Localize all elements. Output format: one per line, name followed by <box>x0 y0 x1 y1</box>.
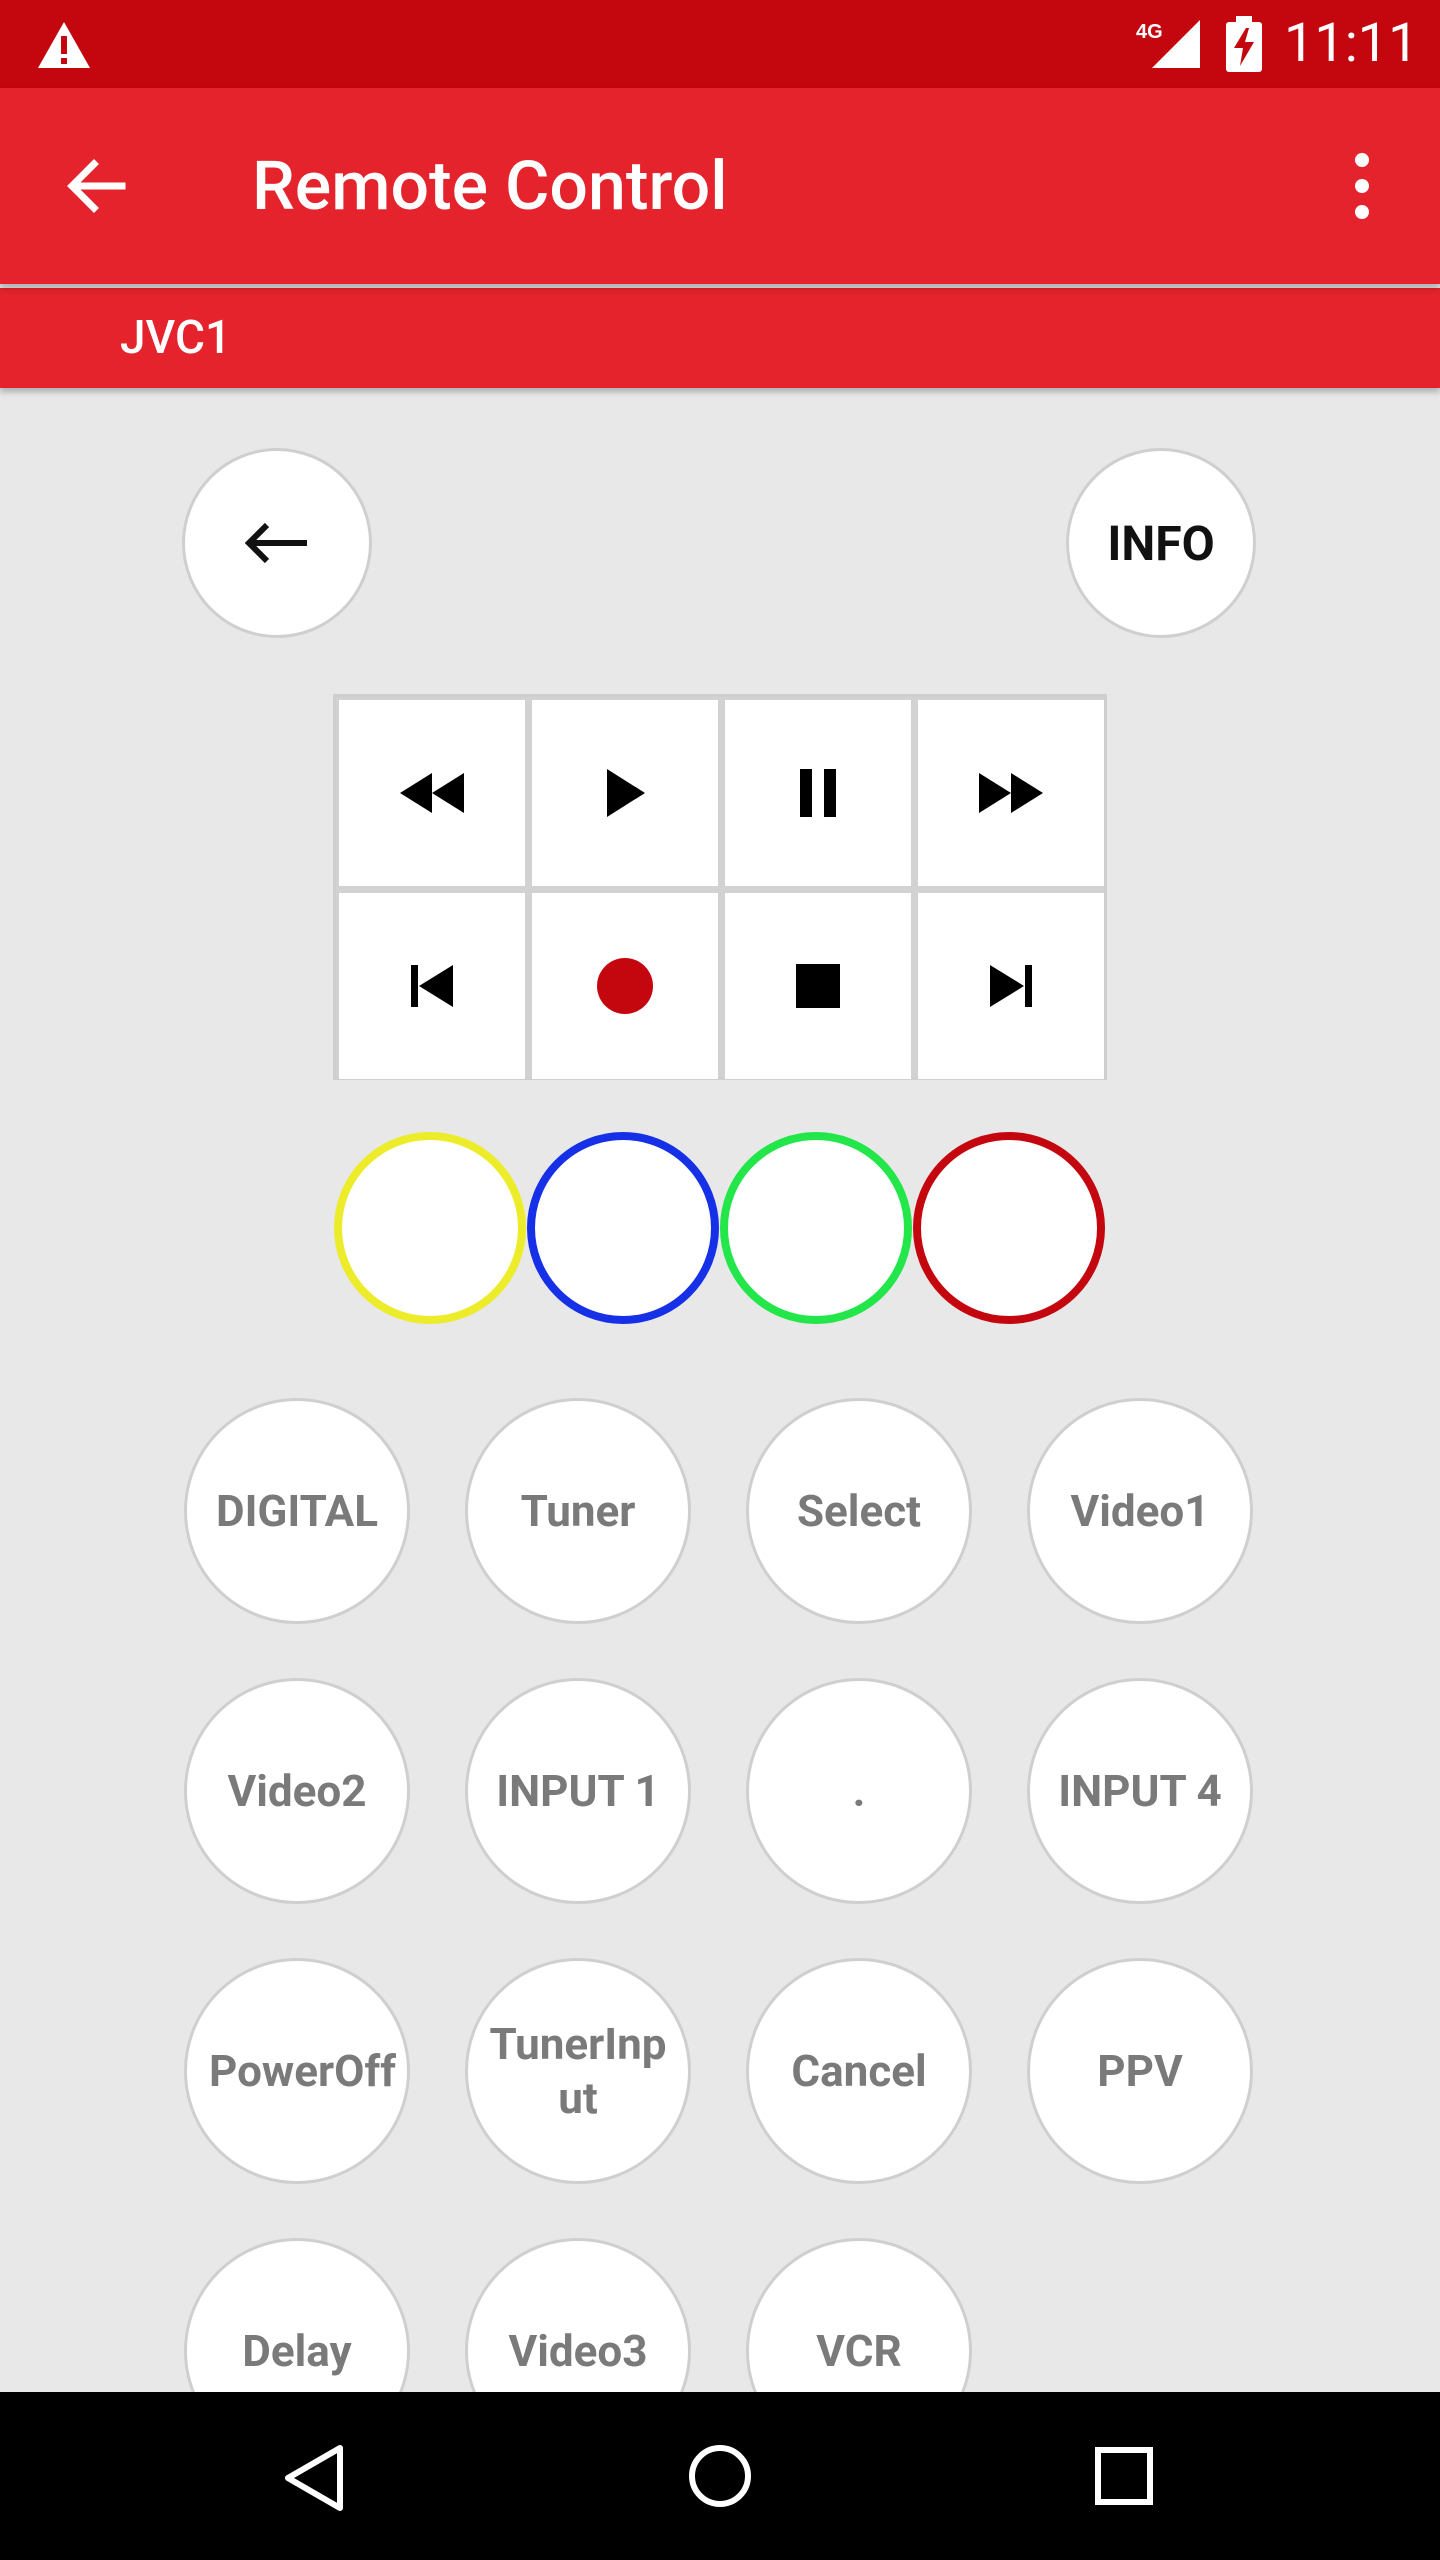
red-button[interactable] <box>913 1132 1105 1324</box>
skip-next-icon <box>990 965 1032 1007</box>
info-label: INFO <box>1107 514 1215 572</box>
warning-icon <box>38 22 90 68</box>
poweroff-button[interactable]: PowerOff <box>184 1958 410 2184</box>
fast-forward-button[interactable] <box>918 700 1104 886</box>
battery-charging-icon <box>1226 16 1262 72</box>
green-button[interactable] <box>720 1132 912 1324</box>
button-label: INPUT 4 <box>1058 1765 1222 1817</box>
svg-text:4G: 4G <box>1136 21 1163 43</box>
nav-back-icon[interactable] <box>284 2444 344 2512</box>
button-label: Tuner <box>520 1485 636 1537</box>
button-label: . <box>852 1765 866 1817</box>
button-label: Delay <box>242 2325 352 2377</box>
button-label: Video2 <box>227 1765 367 1817</box>
input1-button[interactable]: INPUT 1 <box>465 1678 691 1904</box>
rewind-icon <box>400 773 464 813</box>
video1-button[interactable]: Video1 <box>1027 1398 1253 1624</box>
remote-back-button[interactable] <box>182 448 372 638</box>
video2-button[interactable]: Video2 <box>184 1678 410 1904</box>
button-label: VCR <box>816 2325 902 2377</box>
back-arrow-icon[interactable] <box>60 150 132 222</box>
button-label: Video3 <box>508 2325 648 2377</box>
tunerinput-button[interactable]: TunerInp ut <box>465 1958 691 2184</box>
info-button[interactable]: INFO <box>1066 448 1256 638</box>
skip-next-button[interactable] <box>918 893 1104 1079</box>
button-label: INPUT 1 <box>496 1765 660 1817</box>
record-button[interactable] <box>532 893 718 1079</box>
play-icon <box>607 769 645 817</box>
yellow-button[interactable] <box>334 1132 526 1324</box>
button-label: DIGITAL <box>215 1485 379 1537</box>
dot-button[interactable]: . <box>746 1678 972 1904</box>
cell-signal-icon: 4G <box>1136 20 1200 68</box>
digital-button[interactable]: DIGITAL <box>184 1398 410 1624</box>
status-bar: 4G 11:11 <box>0 0 1440 88</box>
button-label: TunerInp ut <box>489 2018 667 2124</box>
stop-button[interactable] <box>725 893 911 1079</box>
button-label: Select <box>796 1485 922 1537</box>
tuner-button[interactable]: Tuner <box>465 1398 691 1624</box>
tab-jvc1[interactable]: JVC1 <box>120 310 231 366</box>
button-label: PPV <box>1097 2045 1183 2097</box>
fast-forward-icon <box>979 773 1043 813</box>
input4-button[interactable]: INPUT 4 <box>1027 1678 1253 1904</box>
back-arrow-icon <box>244 522 307 564</box>
system-nav-bar <box>0 2392 1440 2560</box>
transport-controls <box>333 694 1107 1080</box>
device-tab-strip: JVC1 <box>0 288 1440 388</box>
pause-button[interactable] <box>725 700 911 886</box>
record-icon <box>597 958 653 1014</box>
stop-icon <box>796 964 840 1008</box>
app-bar: Remote Control <box>0 88 1440 284</box>
nav-recents-icon[interactable] <box>1094 2446 1154 2506</box>
pause-icon <box>800 769 836 817</box>
blue-button[interactable] <box>527 1132 719 1324</box>
cancel-button[interactable]: Cancel <box>746 1958 972 2184</box>
select-button[interactable]: Select <box>746 1398 972 1624</box>
rewind-button[interactable] <box>339 700 525 886</box>
nav-home-icon[interactable] <box>688 2444 752 2508</box>
play-button[interactable] <box>532 700 718 886</box>
skip-previous-button[interactable] <box>339 893 525 1079</box>
more-vert-icon[interactable] <box>1340 148 1384 224</box>
skip-previous-icon <box>411 965 453 1007</box>
ppv-button[interactable]: PPV <box>1027 1958 1253 2184</box>
button-label: PowerOff <box>209 2045 396 2097</box>
button-label: Cancel <box>791 2045 927 2097</box>
page-title: Remote Control <box>252 146 728 226</box>
button-label: Video1 <box>1070 1485 1210 1537</box>
status-time: 11:11 <box>1284 12 1419 75</box>
